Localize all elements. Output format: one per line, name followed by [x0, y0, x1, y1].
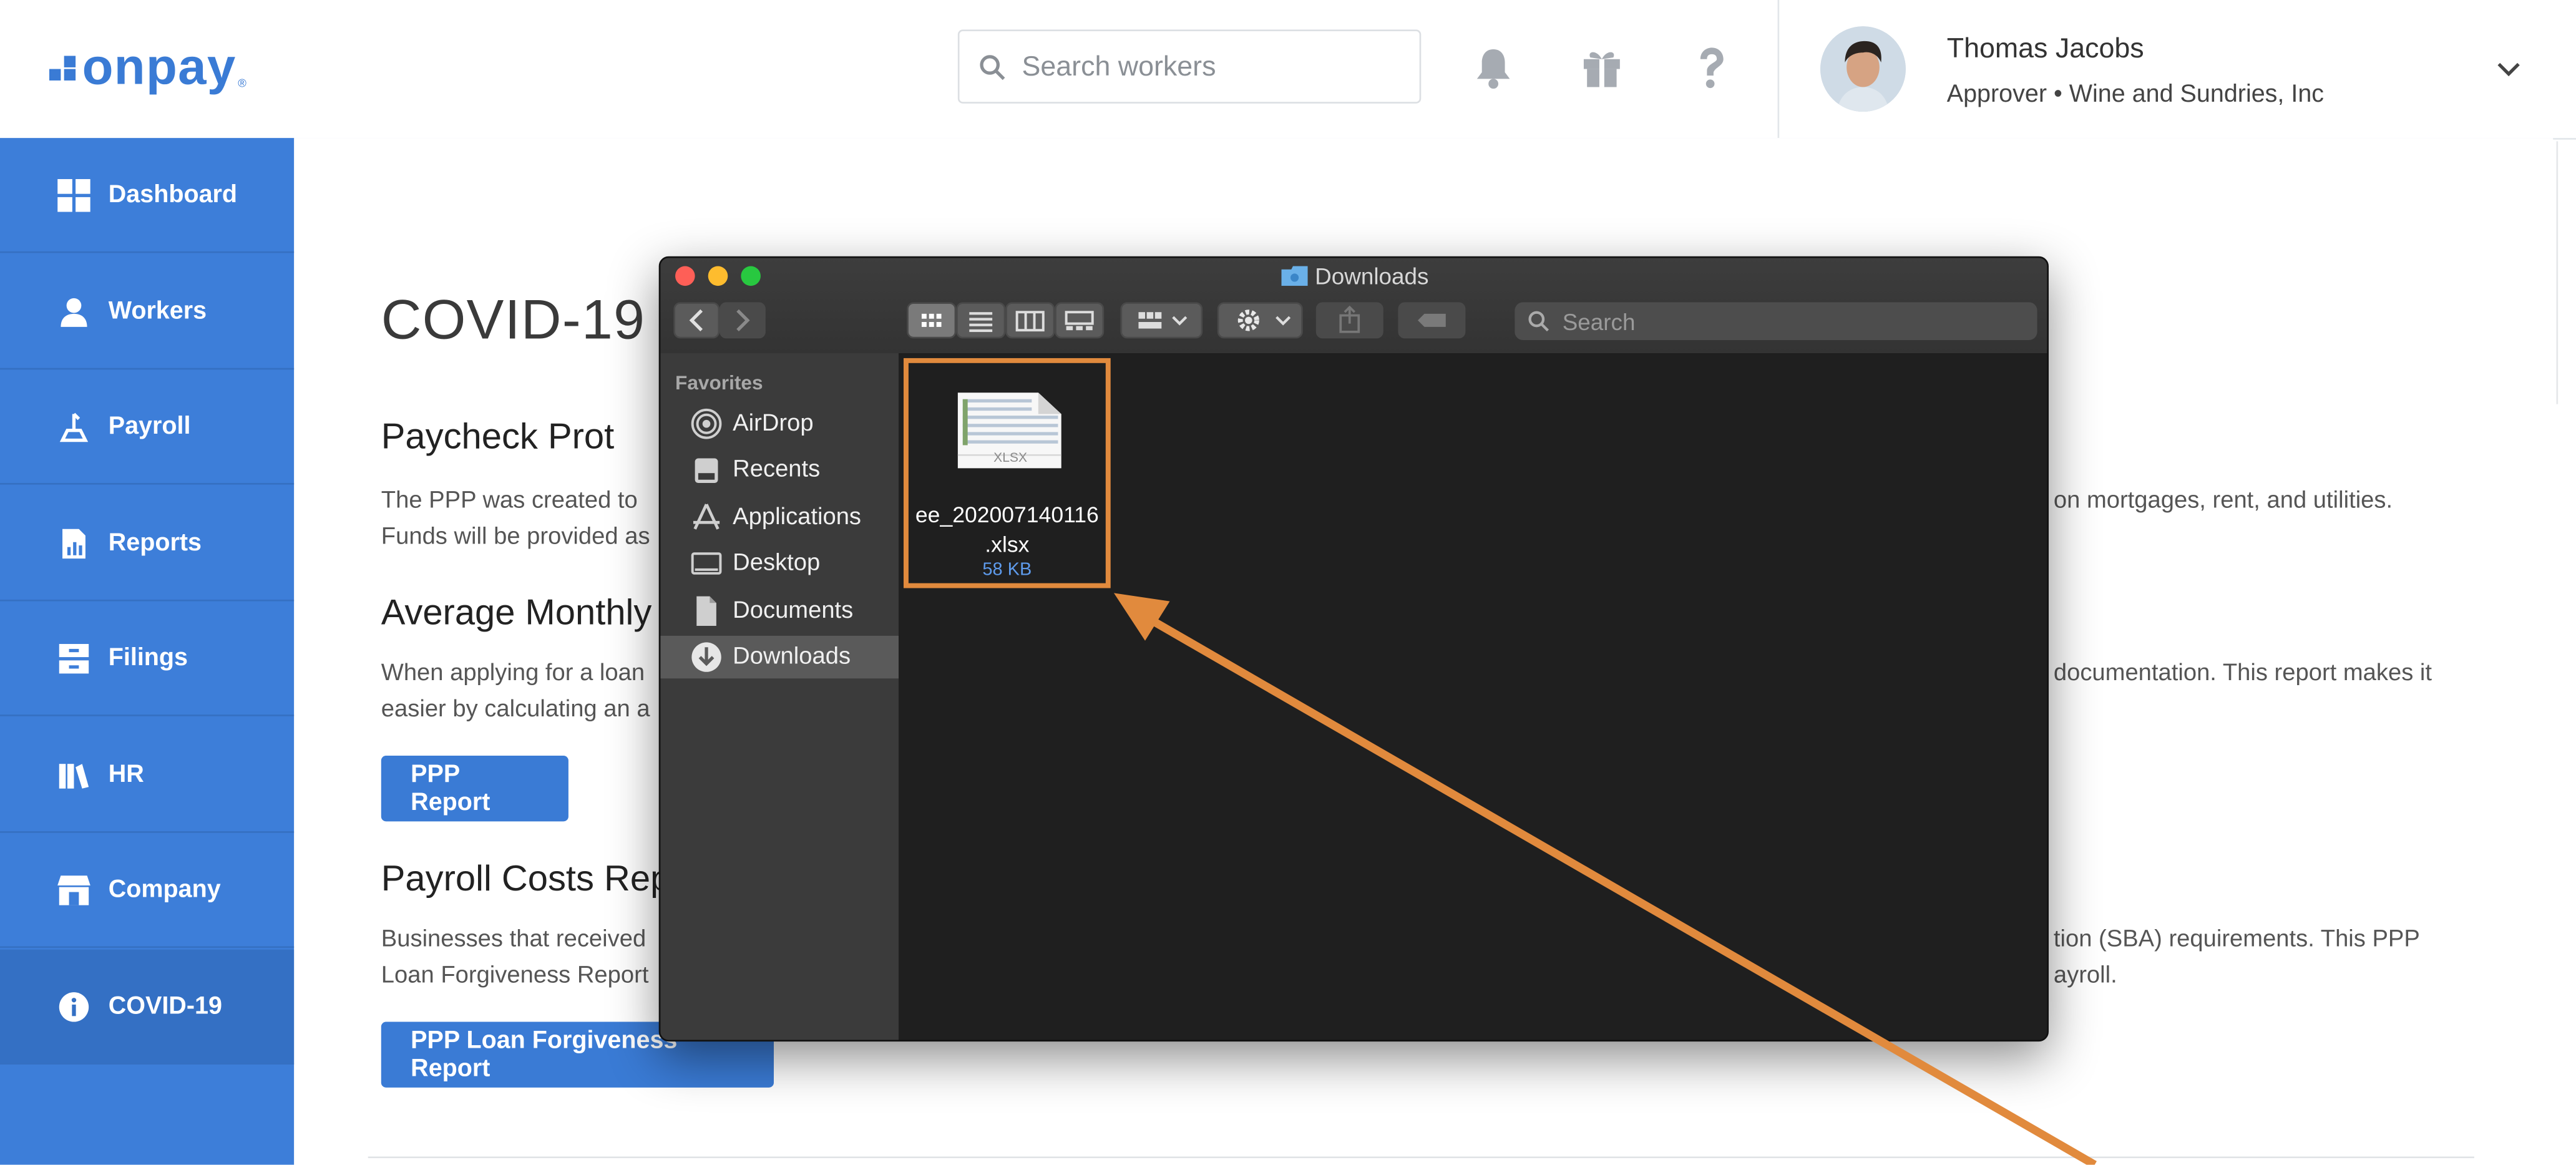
screen: onpay ® Search workers Thomas Jacobs App… — [0, 0, 2576, 1165]
annotation-arrow — [1113, 593, 2097, 1165]
